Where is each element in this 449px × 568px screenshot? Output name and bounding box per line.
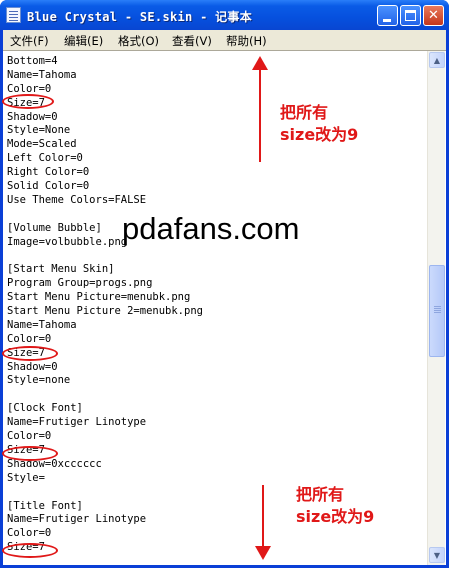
- note-line: 把所有: [280, 103, 329, 122]
- text-line: Name=Tahoma: [7, 318, 77, 331]
- text-line: Right Color=0: [7, 166, 90, 179]
- menu-file[interactable]: 文件(F): [10, 33, 49, 49]
- text-line: Name=Tahoma: [7, 68, 77, 81]
- text-line: Solid Color=0: [7, 180, 90, 193]
- arrow-down-icon: [255, 546, 271, 560]
- text-line: Color=0: [7, 332, 52, 345]
- text-line: Color=0: [7, 527, 52, 540]
- menu-view[interactable]: 查看(V): [172, 33, 212, 49]
- scroll-down-button[interactable]: ▼: [429, 547, 445, 563]
- annotation-arrow: [259, 62, 261, 162]
- text-line: Left Color=0: [7, 152, 83, 165]
- title-bar[interactable]: Blue Crystal - SE.skin - 记事本 ✕: [0, 0, 449, 30]
- menu-help[interactable]: 帮助(H): [226, 33, 267, 49]
- scroll-thumb[interactable]: [429, 265, 445, 357]
- note-line: size改为9: [296, 507, 375, 526]
- text-line: Style=: [7, 471, 45, 484]
- editor-lines: Bottom=4 Name=Tahoma Color=0 Size=7 Shadow=0…: [7, 55, 203, 555]
- watermark: pdafans.com: [122, 211, 300, 246]
- text-line: [Title Font]: [7, 499, 83, 512]
- text-line: Color=0: [7, 430, 52, 443]
- highlight-circle: [2, 94, 54, 109]
- note-line: size改为9: [280, 125, 359, 144]
- menu-bar: 文件(F) 编辑(E) 格式(O) 查看(V) 帮助(H): [3, 30, 446, 50]
- minimize-button[interactable]: [377, 5, 398, 26]
- grip-icon: [434, 306, 441, 307]
- highlight-circle: [2, 446, 58, 461]
- maximize-icon: [405, 10, 416, 21]
- highlight-circle: [2, 346, 58, 361]
- text-line: Bottom=4: [7, 55, 58, 67]
- text-line: Name=Frutiger Linotype: [7, 513, 147, 526]
- editor-client: Bottom=4 Name=Tahoma Color=0 Size=7 Shadow=0…: [3, 50, 446, 565]
- text-line: [7, 486, 203, 500]
- scroll-up-button[interactable]: ▲: [429, 52, 445, 68]
- arrow-down-icon: ▼: [433, 551, 441, 560]
- text-line: [Clock Font]: [7, 402, 83, 415]
- minimize-icon: [383, 19, 391, 22]
- notepad-window: Blue Crystal - SE.skin - 记事本 ✕ 文件(F) 编辑(…: [0, 0, 449, 568]
- menu-edit[interactable]: 编辑(E): [64, 33, 103, 49]
- close-icon: ✕: [428, 8, 439, 23]
- text-line: Start Menu Picture 2=menubk.png: [7, 305, 203, 318]
- highlight-circle: [2, 543, 58, 558]
- note-line: 把所有: [296, 485, 345, 504]
- annotation-note-bottom: 把所有 size改为9: [296, 484, 374, 528]
- text-line: [7, 249, 203, 263]
- text-line: Style=None: [7, 124, 71, 137]
- annotation-note-top: 把所有 size改为9: [280, 102, 358, 146]
- close-button[interactable]: ✕: [423, 5, 444, 26]
- window-title: Blue Crystal - SE.skin - 记事本: [27, 10, 253, 24]
- text-line: Shadow=0: [7, 360, 58, 373]
- text-line: Use Theme Colors=FALSE: [7, 193, 147, 206]
- text-line: Program Group=progs.png: [7, 277, 153, 290]
- menu-format[interactable]: 格式(O): [118, 33, 159, 49]
- text-line: [7, 388, 203, 402]
- text-line: Style=none: [7, 374, 71, 387]
- text-line: Mode=Scaled: [7, 138, 77, 151]
- text-line: Start Menu Picture=menubk.png: [7, 291, 191, 304]
- notepad-icon[interactable]: [6, 7, 21, 23]
- arrow-up-icon: ▲: [433, 56, 441, 65]
- maximize-button[interactable]: [400, 5, 421, 26]
- annotation-arrow: [262, 485, 264, 555]
- text-line: Shadow=0: [7, 110, 58, 123]
- text-line: Name=Frutiger Linotype: [7, 416, 147, 429]
- text-line: [Start Menu Skin]: [7, 263, 115, 276]
- vertical-scrollbar[interactable]: ▲ ▼: [427, 51, 445, 565]
